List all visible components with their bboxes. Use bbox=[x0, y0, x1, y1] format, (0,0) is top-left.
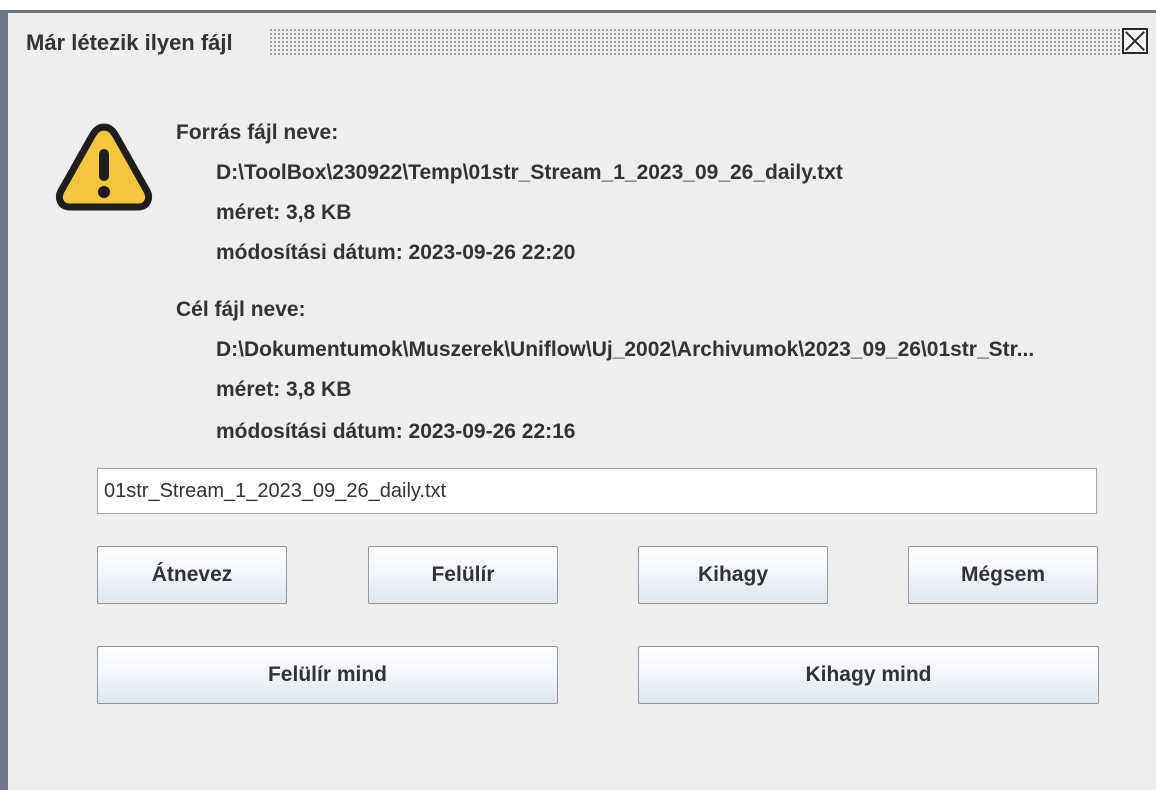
target-path: D:\Dokumentumok\Muszerek\Uniflow\Uj_2002… bbox=[216, 338, 1035, 361]
close-icon[interactable] bbox=[1122, 28, 1148, 54]
overwrite-all-button[interactable]: Felülír mind bbox=[97, 646, 558, 704]
title-bar[interactable]: Már létezik ilyen fájl bbox=[8, 13, 1156, 73]
source-heading: Forrás fájl neve: bbox=[176, 121, 339, 144]
dialog-title: Már létezik ilyen fájl bbox=[26, 30, 233, 55]
warning-icon bbox=[55, 123, 153, 211]
title-bar-grip bbox=[270, 29, 1120, 57]
source-size: méret: 3,8 KB bbox=[216, 201, 352, 224]
new-filename-input[interactable] bbox=[97, 468, 1097, 514]
skip-button[interactable]: Kihagy bbox=[638, 546, 828, 604]
skip-all-button[interactable]: Kihagy mind bbox=[638, 646, 1099, 704]
overwrite-button[interactable]: Felülír bbox=[368, 546, 558, 604]
cancel-button[interactable]: Mégsem bbox=[908, 546, 1098, 604]
rename-button[interactable]: Átnevez bbox=[97, 546, 287, 604]
target-modified-date: módosítási dátum: 2023-09-26 22:16 bbox=[216, 420, 576, 443]
source-path: D:\ToolBox\230922\Temp\01str_Stream_1_20… bbox=[216, 161, 843, 184]
source-modified-date: módosítási dátum: 2023-09-26 22:20 bbox=[216, 241, 576, 264]
target-size: méret: 3,8 KB bbox=[216, 378, 352, 401]
file-exists-dialog: Már létezik ilyen fájl Forrás fájl neve:… bbox=[0, 10, 1156, 790]
target-heading: Cél fájl neve: bbox=[176, 298, 306, 321]
